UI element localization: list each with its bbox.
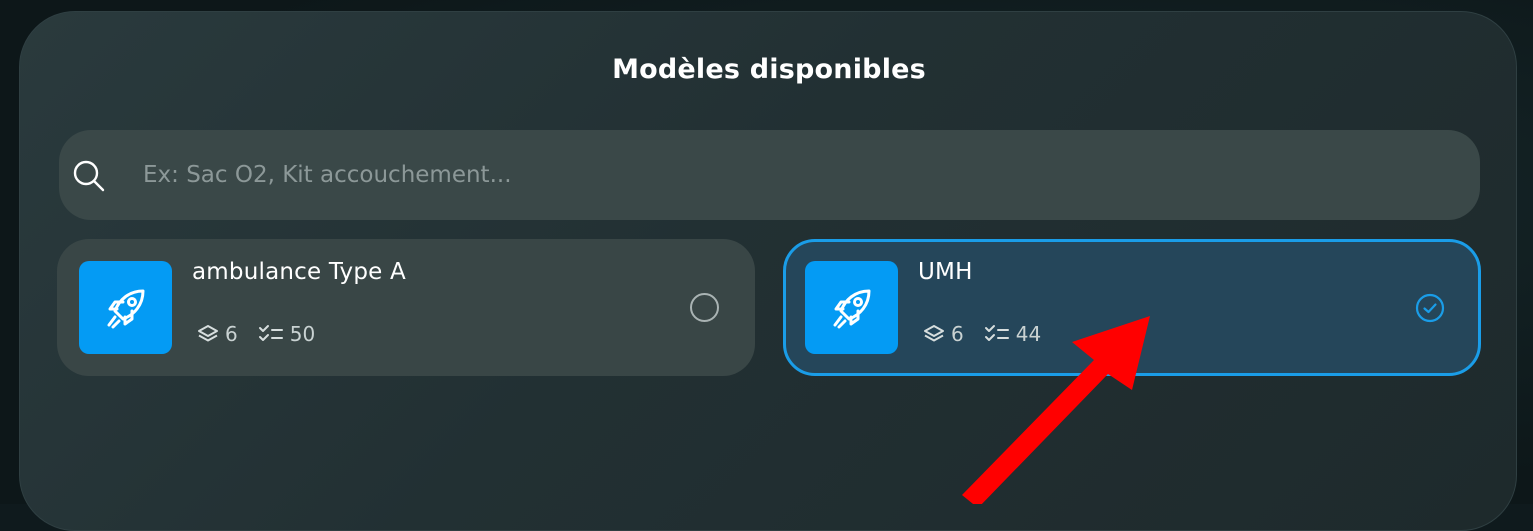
checklist-icon [984, 325, 1009, 341]
checklist-count: 50 [289, 322, 316, 346]
model-thumbnail [805, 261, 898, 354]
unselected-radio[interactable] [690, 293, 719, 322]
model-name: UMH [918, 259, 973, 285]
checklist-count: 44 [1015, 322, 1042, 346]
model-card-umh[interactable]: UMH 6 44 [783, 239, 1481, 376]
selected-check-icon[interactable] [1415, 293, 1445, 323]
layers-count: 6 [951, 322, 964, 346]
search-input[interactable] [143, 130, 1443, 220]
search-icon [73, 160, 105, 192]
model-card-ambulance-type-a[interactable]: ambulance Type A 6 50 [57, 239, 755, 376]
rocket-icon [833, 289, 870, 328]
layers-count: 6 [225, 322, 238, 346]
model-name: ambulance Type A [192, 259, 406, 285]
checklist-icon [258, 325, 283, 341]
search-bar[interactable] [59, 130, 1480, 220]
layers-icon [198, 325, 218, 342]
model-thumbnail [79, 261, 172, 354]
model-meta: 6 44 [923, 322, 1041, 346]
rocket-icon [107, 289, 144, 328]
panel-title: Modèles disponibles [612, 54, 926, 85]
background: Modèles disponibles ambulance Type A [0, 0, 1533, 531]
model-meta: 6 50 [197, 322, 315, 346]
layers-icon [924, 325, 944, 342]
models-panel: Modèles disponibles ambulance Type A [19, 11, 1517, 531]
